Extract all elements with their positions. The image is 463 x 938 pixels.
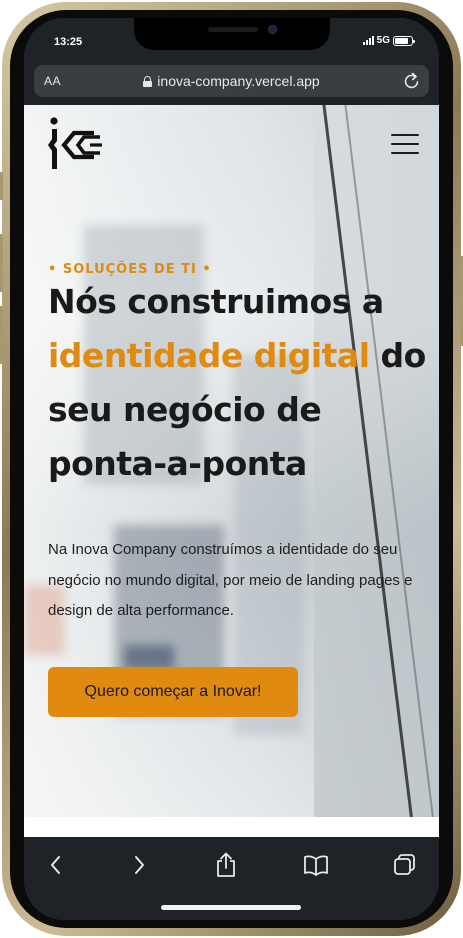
volume-down-button (0, 306, 3, 364)
back-button[interactable] (41, 851, 71, 879)
inova-company-logo-icon[interactable] (44, 115, 106, 175)
cta-button[interactable]: Quero começar a Inovar! (48, 667, 298, 717)
web-content: • SOLUÇÕES DE TI • Nós construimos a iden… (24, 105, 439, 817)
address-bar[interactable]: AA inova-company.vercel.app (34, 65, 429, 97)
tabs-icon (394, 854, 415, 875)
lock-icon (143, 75, 153, 87)
safari-toolbar (24, 837, 439, 920)
share-icon (217, 852, 235, 877)
status-time: 13:25 (54, 36, 83, 48)
front-camera (268, 25, 277, 34)
next-section-edge (24, 817, 439, 837)
cellular-signal-icon (362, 36, 374, 45)
hamburger-menu-icon[interactable] (391, 134, 419, 154)
mute-switch (0, 172, 3, 200)
network-type: 5G (376, 35, 390, 46)
home-indicator[interactable] (161, 905, 301, 910)
back-arrow-icon (51, 856, 60, 874)
bookmarks-button[interactable] (301, 851, 331, 879)
forward-button[interactable] (124, 851, 154, 879)
status-bar: 13:25 5G (24, 18, 439, 64)
bookmarks-book-icon (304, 855, 328, 876)
notch (134, 18, 330, 50)
forward-arrow-icon (135, 856, 144, 874)
headline-part-1: Nós construimos a (48, 282, 384, 321)
reload-icon[interactable] (403, 71, 421, 91)
share-button[interactable] (211, 851, 241, 879)
url-text: inova-company.vercel.app (157, 73, 320, 89)
battery-icon (393, 35, 415, 46)
volume-up-button (0, 234, 3, 292)
tabs-button[interactable] (390, 851, 420, 879)
phone-screen: 13:25 5G AA inova-company.vercel.app • S… (24, 18, 439, 920)
hero-description: Na Inova Company construímos a identidad… (48, 541, 413, 619)
url-display[interactable]: inova-company.vercel.app (34, 73, 429, 89)
headline-accent: identidade digital (48, 336, 370, 375)
hero-headline: Nós construimos a identidade digital do s… (48, 275, 428, 491)
status-indicators: 5G (362, 35, 415, 46)
speaker-grille (208, 27, 258, 32)
